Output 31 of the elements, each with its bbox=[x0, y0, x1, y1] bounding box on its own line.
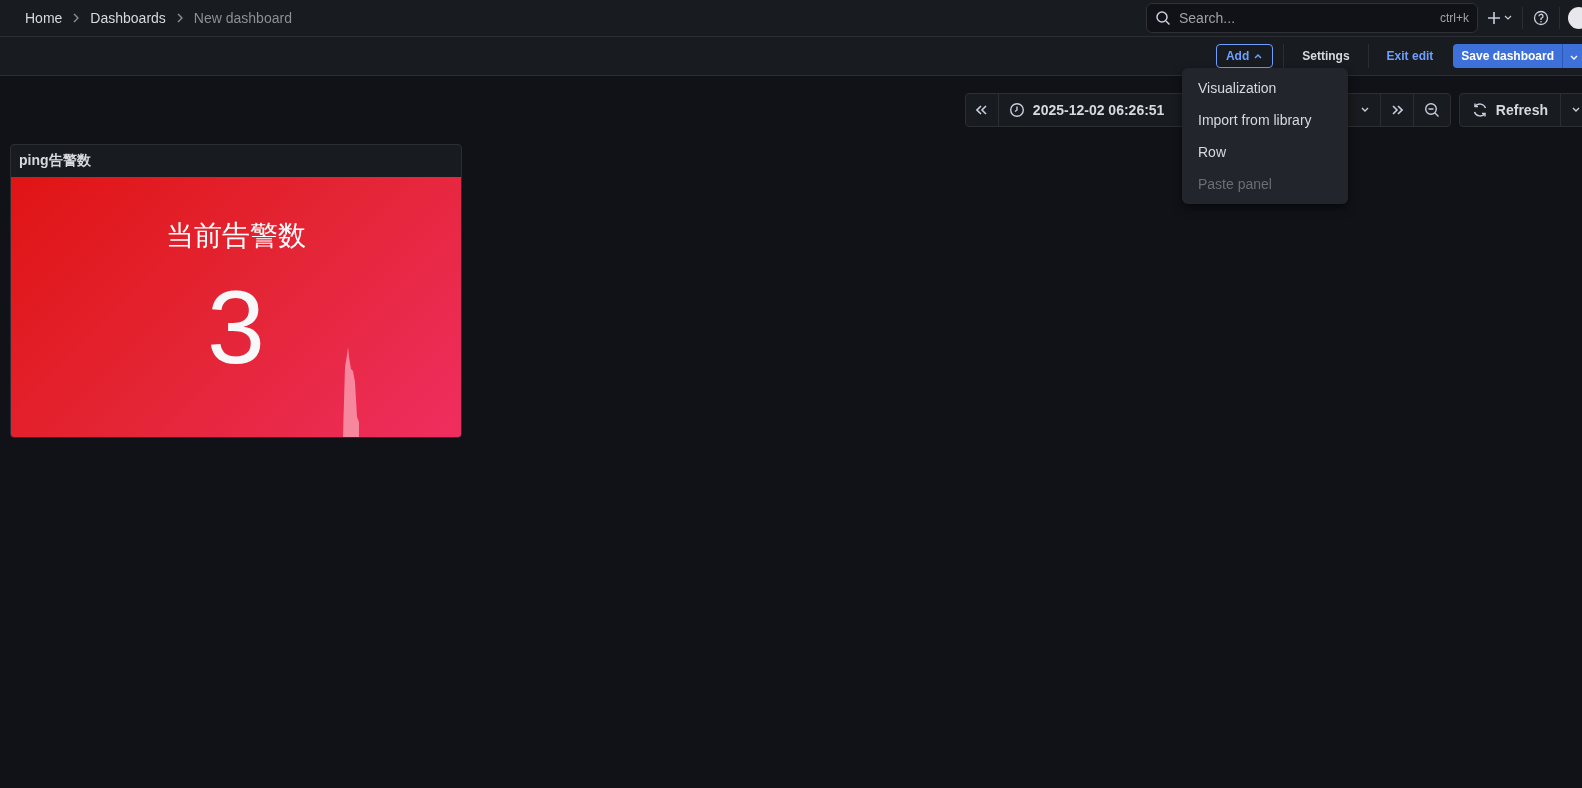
settings-button[interactable]: Settings bbox=[1294, 49, 1358, 63]
search-icon bbox=[1155, 10, 1171, 26]
menu-item[interactable]: Import from library bbox=[1182, 104, 1348, 136]
menu-item[interactable]: Visualization bbox=[1182, 72, 1348, 104]
stat-label: 当前告警数 bbox=[166, 219, 306, 253]
double-chevron-right-icon bbox=[1390, 105, 1403, 115]
plus-icon bbox=[1488, 11, 1512, 25]
refresh-icon bbox=[1471, 102, 1488, 118]
zoom-out-icon bbox=[1423, 102, 1440, 118]
search-input[interactable]: Search... bbox=[1177, 9, 1434, 27]
save-dashboard-button[interactable]: Save dashboard bbox=[1453, 44, 1562, 68]
caret-up-icon bbox=[1253, 52, 1264, 60]
caret-icon bbox=[1569, 54, 1578, 61]
breadcrumb-link[interactable]: Home bbox=[25, 10, 63, 26]
double-chevron-left-icon bbox=[975, 105, 988, 115]
search-field[interactable]: Search... ctrl+k bbox=[1146, 3, 1478, 33]
panel-title: ping告警数 bbox=[19, 152, 91, 170]
clock-icon bbox=[1008, 102, 1025, 118]
refresh-interval-button[interactable] bbox=[1560, 94, 1582, 126]
breadcrumb-link[interactable]: New dashboard bbox=[193, 10, 292, 26]
stat-value: 3 bbox=[207, 275, 265, 379]
chevron-right-icon bbox=[175, 13, 184, 23]
chevron-right-icon bbox=[72, 13, 81, 23]
help-icon bbox=[1533, 10, 1549, 26]
menu-item[interactable]: Row bbox=[1182, 136, 1348, 168]
caret-icon bbox=[1571, 106, 1581, 114]
save-options-button[interactable] bbox=[1562, 44, 1582, 68]
breadcrumb-link[interactable]: Dashboards bbox=[90, 10, 166, 26]
exit-edit-button[interactable]: Exit edit bbox=[1378, 49, 1442, 63]
caret-icon bbox=[1359, 106, 1370, 114]
shortcut-hint: ctrl+k bbox=[1440, 11, 1469, 25]
